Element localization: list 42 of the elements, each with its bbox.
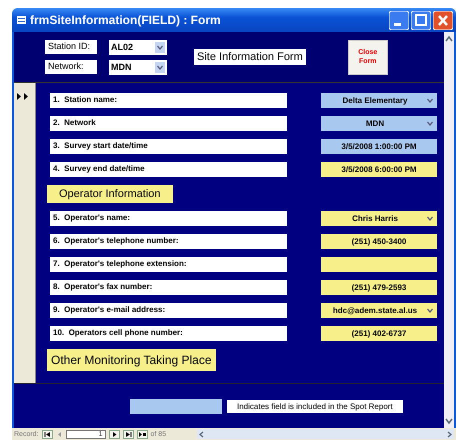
section-heading: Operator Information [47,185,172,203]
input-field[interactable]: (251) 402-6737 [321,326,437,341]
dropdown-field[interactable]: Chris Harris [321,211,437,226]
dropdown-field[interactable]: hdc@adem.state.al.us [321,303,437,318]
field-label: 4. Survey end date/time [50,162,287,177]
input-field[interactable]: (251) 450-3400 [321,234,437,249]
record-pointer-icon [16,93,30,100]
dropdown-field[interactable]: AL02 [109,40,167,54]
scroll-up-icon[interactable] [444,34,454,44]
field-label: 6. Operator's telephone number: [50,234,287,249]
last-record-button[interactable] [122,430,134,438]
first-record-button[interactable] [42,430,53,438]
dropdown-field[interactable]: Delta Elementary [321,93,437,108]
field-label: 9. Operator's e-mail address: [50,303,287,318]
input-field[interactable]: (251) 479-2593 [321,280,437,295]
field-label: 3. Survey start date/time [50,139,287,154]
new-record-button[interactable] [136,430,148,438]
dropdown-field[interactable]: MDN [109,60,167,74]
field-label: 8. Operator's fax number: [50,280,287,295]
input-field[interactable] [321,257,437,272]
input-field[interactable]: 3/5/2008 1:00:00 PM [321,139,437,154]
input-field[interactable]: 3/5/2008 6:00:00 PM [321,162,437,177]
next-record-button[interactable] [108,430,120,438]
minimize-button[interactable] [389,10,409,30]
scroll-right-icon[interactable] [446,430,454,438]
close-button[interactable] [433,10,453,30]
field-label: Station ID: [45,40,97,54]
form-title: Site Information Form [194,49,306,65]
legend-text: Indicates field is included in the Spot Report [227,400,403,413]
maximize-button[interactable] [411,10,431,30]
dropdown-field[interactable]: MDN [321,116,437,131]
field-label: 5. Operator's name: [50,211,287,226]
field-label: 1. Station name: [50,93,287,108]
field-label: Network: [45,60,97,74]
form-icon [17,16,26,24]
section-heading: Other Monitoring Taking Place [47,349,216,371]
scroll-down-icon[interactable] [444,416,454,426]
field-label: 10. Operators cell phone number: [50,326,287,341]
window-title: frmSiteInformation(FIELD) : Form [30,13,222,27]
field-label: 2. Network [50,116,287,131]
field-label: 7. Operator's telephone extension: [50,257,287,272]
scroll-left-icon[interactable] [197,430,206,438]
